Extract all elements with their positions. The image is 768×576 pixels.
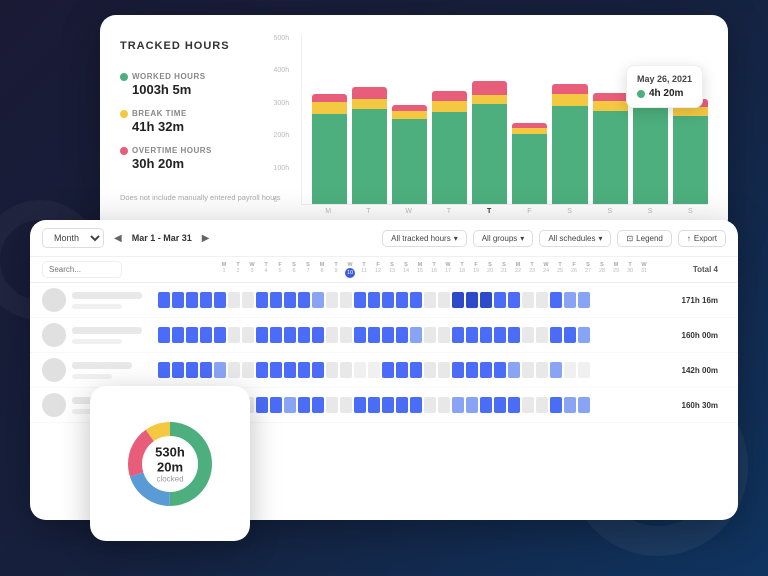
bar-3 [392,105,427,204]
day-cells-2 [158,327,675,343]
donut-card: 530h 20m clocked [90,386,250,541]
bar-6 [512,123,547,204]
row-total-2: 160h 00m [681,331,726,340]
timesheet-header: Month ◀ Mar 1 - Mar 31 ▶ All tracked hou… [30,220,738,257]
row-total-1: 171h 16m [681,296,726,305]
filter-groups[interactable]: All groups ▾ [473,230,534,247]
employee-row-2: 160h 00m [30,318,738,353]
avatar-1 [42,288,66,312]
bar-5 [472,81,507,204]
y-axis-labels: 500h 400h 300h 200h 100h 0 [274,35,290,204]
role-placeholder-3 [72,374,112,379]
filter-schedules[interactable]: All schedules ▾ [539,230,611,247]
tooltip-value: 4h 20m [637,88,692,99]
avatar-2 [42,323,66,347]
days-grid-header: M1 T2 W3 T4 F5 S6 S7 M8 T9 W10 T11 F12 S… [218,262,677,278]
overtime-value: 30h 20m [132,156,281,171]
legend-button[interactable]: ⊡ Legend [617,230,671,247]
employee-info-2 [72,327,152,344]
tooltip-date: May 26, 2021 [637,74,692,84]
employee-info-3 [72,362,152,379]
name-placeholder-2 [72,327,142,334]
avatar-4 [42,393,66,417]
legend-worked-hours: WORKED HOURS 1003h 5m [120,72,281,97]
donut-chart: 530h 20m clocked [120,414,220,514]
prev-button[interactable]: ◀ [110,231,126,246]
employee-row-1: 171h 16m [30,283,738,318]
overtime-dot [120,147,128,155]
period-selector[interactable]: Month [42,228,104,248]
bars-container: 500h 400h 300h 200h 100h 0 [301,35,708,205]
legend-break-time: BREAK TIME 41h 32m [120,109,281,134]
worked-hours-dot [120,73,128,81]
role-placeholder-1 [72,304,122,309]
bar-10 [673,99,708,204]
day-cells-3 [158,362,675,378]
worked-hours-value: 1003h 5m [132,82,281,97]
day-cells-1 [158,292,675,308]
export-button[interactable]: ↑ Export [678,230,726,247]
avatar-3 [42,358,66,382]
donut-value: 530h 20m [145,444,195,474]
donut-center: 530h 20m clocked [145,444,195,483]
timesheet-subheader: M1 T2 W3 T4 F5 S6 S7 M8 T9 W10 T11 F12 S… [30,257,738,283]
chart-title: TRACKED HOURS [120,40,281,52]
legend-note: Does not include manually entered payrol… [120,193,281,204]
role-placeholder-2 [72,339,122,344]
legend-overtime: OVERTIME HOURS 30h 20m [120,146,281,171]
chart-tooltip: May 26, 2021 4h 20m [626,65,703,108]
tooltip-dot [637,90,645,98]
filter-tracked-hours[interactable]: All tracked hours ▾ [382,230,467,247]
bar-8 [593,93,628,204]
bar-7 [552,84,587,204]
bar-chart-area: 500h 400h 300h 200h 100h 0 [301,35,708,215]
date-range: Mar 1 - Mar 31 [132,233,192,243]
name-placeholder-3 [72,362,132,369]
employee-info-1 [72,292,152,309]
tracked-hours-card: TRACKED HOURS WORKED HOURS 1003h 5m BREA… [100,15,728,235]
next-button[interactable]: ▶ [198,231,214,246]
row-total-4: 160h 30m [681,401,726,410]
bar-1 [312,94,347,204]
name-placeholder-1 [72,292,142,299]
break-time-value: 41h 32m [132,119,281,134]
chart-legend: TRACKED HOURS WORKED HOURS 1003h 5m BREA… [120,35,281,215]
bar-2 [352,87,387,204]
search-input[interactable] [42,261,122,278]
x-axis-labels: M T W T T F S S S S [301,208,708,215]
donut-label: clocked [145,474,195,483]
filter-group: All tracked hours ▾ All groups ▾ All sch… [382,230,726,247]
employee-row-3: 142h 00m [30,353,738,388]
bar-4 [432,91,467,204]
break-time-dot [120,110,128,118]
nav-group: Month ◀ Mar 1 - Mar 31 ▶ [42,228,213,248]
total-header: Total 4 [681,265,726,274]
row-total-3: 142h 00m [681,366,726,375]
